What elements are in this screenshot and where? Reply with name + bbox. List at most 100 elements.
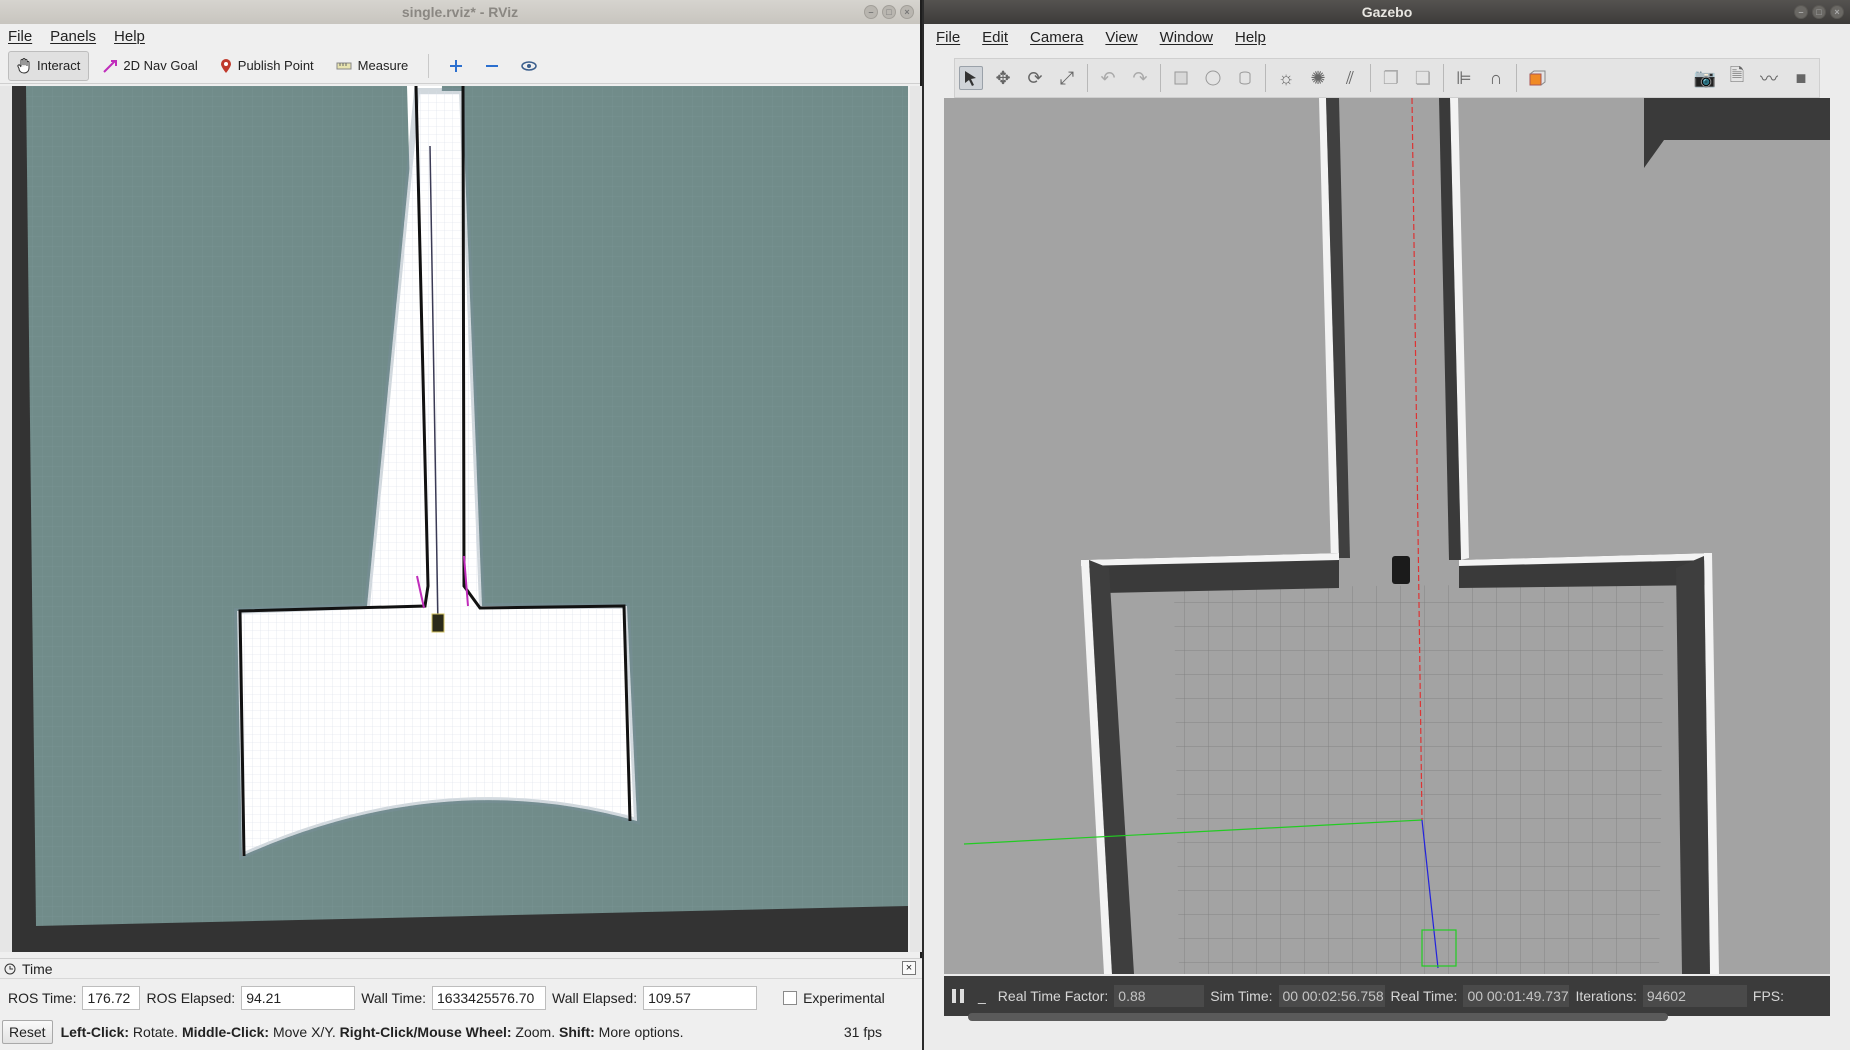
record-video-button[interactable]: ■ (1789, 66, 1813, 90)
sphere-shape-button[interactable] (1201, 66, 1225, 90)
right-click-hint: Right-Click/Mouse Wheel: (339, 1024, 512, 1040)
publish-point-tool-button[interactable]: Publish Point (212, 51, 322, 81)
wall-time-label: Wall Time: (361, 990, 427, 1006)
add-tool-button[interactable] (441, 51, 471, 81)
menu-edit[interactable]: Edit (982, 29, 1008, 46)
robot-model (1392, 556, 1410, 584)
right-dock-handle[interactable] (910, 86, 922, 952)
copy-button[interactable]: ❐ (1379, 66, 1403, 90)
redo-button[interactable]: ↷ (1128, 66, 1152, 90)
time-panel-title: Time (22, 960, 53, 977)
real-time-label: Real Time: (1390, 988, 1458, 1004)
wall-elapsed-field[interactable]: 109.57 (643, 986, 758, 1010)
menu-file[interactable]: File (936, 29, 960, 46)
log-button[interactable]: 🗎 (1725, 65, 1749, 90)
sphere-icon (1205, 70, 1221, 86)
menu-panels[interactable]: Panels (50, 28, 96, 45)
menu-window[interactable]: Window (1160, 29, 1213, 46)
nav-goal-tool-button[interactable]: 2D Nav Goal (95, 51, 205, 81)
gazebo-3d-view[interactable] (944, 98, 1830, 974)
minimize-button[interactable]: – (1794, 5, 1808, 19)
close-button[interactable]: × (900, 5, 914, 19)
horizontal-scrollbar[interactable] (968, 1013, 1668, 1021)
status-bar: Reset Left-Click: Rotate. Middle-Click: … (0, 1017, 922, 1047)
directional-light-button[interactable]: ⫽ (1338, 66, 1362, 90)
menu-help[interactable]: Help (1235, 29, 1266, 46)
interact-label: Interact (37, 58, 81, 73)
rotate-mode-button[interactable]: ⟳ (1023, 66, 1047, 90)
left-panel-handle[interactable] (924, 98, 938, 974)
menu-help[interactable]: Help (114, 28, 145, 45)
ros-elapsed-field[interactable]: 94.21 (241, 986, 356, 1010)
measure-tool-button[interactable]: Measure (328, 51, 417, 81)
plus-icon (450, 59, 463, 72)
right-click-text: Zoom. (511, 1024, 560, 1040)
spot-light-button[interactable]: ✺ (1306, 66, 1330, 90)
left-dock-handle[interactable] (0, 86, 12, 952)
sim-time-label: Sim Time: (1210, 988, 1273, 1004)
undo-button[interactable]: ↶ (1096, 66, 1120, 90)
wall-elapsed-label: Wall Elapsed: (552, 990, 638, 1006)
gazebo-titlebar: Gazebo – □ × (924, 0, 1850, 24)
ros-time-field[interactable]: 176.72 (82, 986, 141, 1010)
close-button[interactable]: × (1830, 5, 1844, 19)
cylinder-shape-button[interactable] (1233, 66, 1257, 90)
align-icon: ⊫ (1456, 67, 1472, 88)
gazebo-toolbar: ✥ ⟳ ⤢ ↶ ↷ ☼ ✺ ⫽ ❐ ❏ ⊫ ∩ 📷 🗎 〰 ■ (954, 58, 1820, 98)
sun-icon: ☼ (1277, 67, 1295, 88)
real-time-value: 00 00:01:49.737 (1463, 985, 1570, 1007)
pause-button[interactable] (952, 989, 972, 1003)
reset-button[interactable]: Reset (2, 1020, 53, 1044)
iterations-label: Iterations: (1575, 988, 1637, 1004)
maximize-button[interactable]: □ (1812, 5, 1826, 19)
experimental-checkbox[interactable] (783, 991, 798, 1005)
rviz-toolbar: Interact 2D Nav Goal Publish Point Measu… (0, 48, 920, 84)
step-button[interactable]: _ (978, 988, 986, 1004)
paste-button[interactable]: ❏ (1411, 66, 1435, 90)
view-cube-icon (1529, 70, 1546, 86)
left-click-text: Rotate. (129, 1024, 182, 1040)
close-panel-button[interactable]: × (902, 961, 916, 975)
align-button[interactable]: ⊫ (1452, 66, 1476, 90)
select-mode-button[interactable] (959, 66, 983, 90)
fps-readout: 31 fps (843, 1024, 882, 1040)
arrow-icon (103, 59, 118, 73)
interact-tool-button[interactable]: Interact (8, 50, 90, 81)
remove-tool-button[interactable] (477, 51, 507, 81)
right-panel-handle[interactable] (1836, 98, 1850, 974)
iterations-value: 94602 (1642, 985, 1747, 1007)
map-pin-icon (220, 58, 231, 73)
point-light-button[interactable]: ☼ (1274, 66, 1298, 90)
scale-icon: ⤢ (1059, 67, 1075, 88)
sim-time-value: 00 00:02:56.758 (1278, 985, 1385, 1007)
publish-point-label: Publish Point (237, 58, 314, 73)
eye-icon (521, 60, 537, 71)
scale-mode-button[interactable]: ⤢ (1055, 66, 1079, 90)
experimental-label: Experimental (803, 990, 885, 1006)
rtf-label: Real Time Factor: (997, 988, 1109, 1004)
occupancy-map (12, 86, 908, 952)
move-icon: ✥ (995, 67, 1011, 88)
video-camera-icon: ■ (1795, 67, 1807, 88)
translate-mode-button[interactable]: ✥ (991, 66, 1015, 90)
menu-view[interactable]: View (1105, 29, 1137, 46)
screenshot-button[interactable]: 📷 (1693, 66, 1717, 90)
menu-camera[interactable]: Camera (1030, 29, 1083, 46)
change-view-button[interactable] (1525, 66, 1549, 90)
magnet-icon: ∩ (1489, 67, 1503, 88)
time-panel: Time × ROS Time: 176.72 ROS Elapsed: 94.… (0, 958, 922, 1050)
menu-file[interactable]: File (8, 28, 32, 45)
plot-button[interactable]: 〰 (1757, 66, 1781, 90)
box-icon (1174, 71, 1188, 85)
middle-click-hint: Middle-Click: (181, 1024, 270, 1040)
minimize-button[interactable]: – (864, 5, 878, 19)
maximize-button[interactable]: □ (882, 5, 896, 19)
snap-button[interactable]: ∩ (1484, 66, 1508, 90)
rviz-title: single.rviz* - RViz (401, 4, 519, 20)
tool-properties-button[interactable] (513, 51, 545, 81)
rviz-3d-view[interactable] (12, 86, 908, 952)
rotate-icon: ⟳ (1027, 67, 1043, 88)
wall-time-field[interactable]: 1633425576.70 (432, 986, 547, 1010)
box-shape-button[interactable] (1169, 66, 1193, 90)
cursor-icon (965, 71, 976, 86)
